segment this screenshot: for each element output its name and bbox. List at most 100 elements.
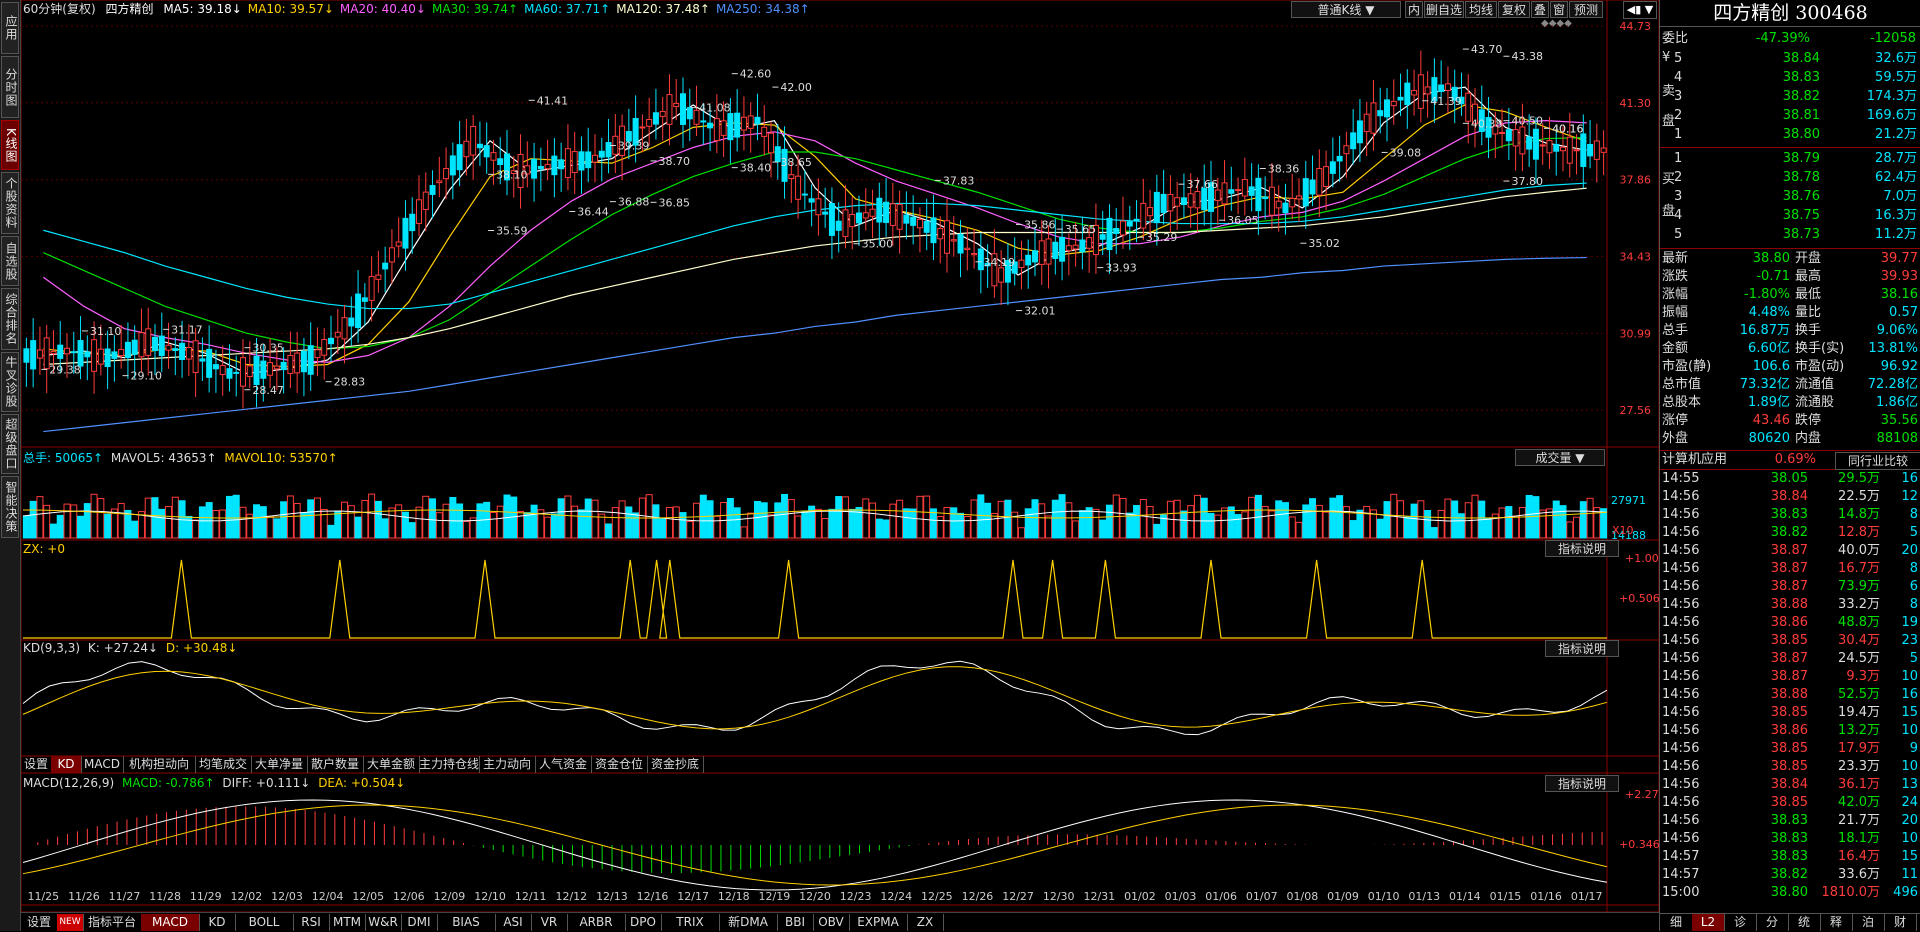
- bottom-tab-16[interactable]: 新DMA: [719, 914, 778, 931]
- indicator-tab-8[interactable]: 主力持仓线: [419, 756, 480, 773]
- indicator-tab-12[interactable]: 资金抄底: [647, 756, 704, 773]
- bottom-tab-4[interactable]: KD: [199, 914, 236, 931]
- buy-volume: 11.2万: [1875, 227, 1917, 242]
- bottom-tab-6[interactable]: RSI: [293, 914, 330, 931]
- panel-tab-3[interactable]: 分: [1756, 914, 1789, 931]
- bottom-tab-17[interactable]: BBI: [777, 914, 814, 931]
- panel-tab-5[interactable]: 释: [1820, 914, 1853, 931]
- tick-row: 14:56 38.85 23.3万 10: [1660, 758, 1920, 776]
- price-annotation: 40.50: [1511, 115, 1543, 128]
- price-annotation: 38.70: [659, 155, 691, 168]
- candle-body: [876, 197, 883, 223]
- bottom-tab-10[interactable]: BIAS: [437, 914, 496, 931]
- candle-body: [416, 199, 422, 224]
- left-tab-4[interactable]: 自选股: [1, 236, 19, 286]
- bottom-tab-7[interactable]: MTM: [329, 914, 366, 931]
- zx-desc-button[interactable]: 指标说明: [1545, 540, 1619, 557]
- tick-count: 5: [1909, 525, 1918, 540]
- bottom-tab-3[interactable]: MACD: [141, 914, 200, 931]
- indicator-tab-1[interactable]: KD: [51, 756, 82, 773]
- panel-tab-1[interactable]: L2: [1692, 914, 1725, 931]
- bottom-tab-18[interactable]: OBV: [813, 914, 850, 931]
- bottom-tab-15[interactable]: TRIX: [661, 914, 720, 931]
- bottom-tab-11[interactable]: ASI: [495, 914, 532, 931]
- panel-tab-6[interactable]: 泊: [1852, 914, 1885, 931]
- price-annotation: 38.36: [1268, 163, 1300, 176]
- price-annotation: 42.60: [740, 68, 772, 81]
- panel-tab-4[interactable]: 统: [1788, 914, 1821, 931]
- bottom-tab-13[interactable]: ARBR: [567, 914, 626, 931]
- left-tab-7[interactable]: 超级盘口: [1, 414, 19, 474]
- candle-body: [1512, 129, 1519, 147]
- candle-body: [131, 339, 138, 355]
- indicator-tab-4[interactable]: 均笔成交: [195, 756, 252, 773]
- left-tab-2[interactable]: K线图: [1, 120, 19, 170]
- volume-select[interactable]: 成交量 ▼: [1515, 449, 1605, 466]
- stat-value: 43.46: [1752, 413, 1790, 428]
- bottom-tab-0[interactable]: 设置: [21, 914, 58, 931]
- tick-row: 14:56 38.83 21.7万 20: [1660, 812, 1920, 830]
- volume-bar: [760, 502, 768, 539]
- indicator-tab-9[interactable]: 主力动向: [479, 756, 536, 773]
- left-tab-8[interactable]: 智能决策: [1, 476, 19, 538]
- price-annotation: 41.08: [699, 102, 731, 115]
- bottom-tab-5[interactable]: BOLL: [235, 914, 294, 931]
- candle-body: [680, 93, 686, 125]
- candle-body: [348, 317, 355, 327]
- left-tab-3[interactable]: 个股资料: [1, 172, 19, 234]
- candle-body: [328, 337, 334, 345]
- volume-bar: [1105, 504, 1113, 539]
- bottom-tab-12[interactable]: VR: [531, 914, 568, 931]
- left-tab-5[interactable]: 综合排名: [1, 288, 19, 350]
- candle-body: [1133, 218, 1140, 221]
- bottom-tab-1[interactable]: NEW: [57, 914, 84, 931]
- indicator-tab-11[interactable]: 资金仓位: [591, 756, 648, 773]
- bottom-tab-19[interactable]: EXPMA: [849, 914, 908, 931]
- volume-bar: [415, 506, 423, 539]
- volume-bar: [943, 506, 951, 539]
- indicator-tab-10[interactable]: 人气资金: [535, 756, 592, 773]
- stat-value: 0.57: [1889, 305, 1918, 320]
- candle-body: [267, 362, 274, 376]
- candle-body: [212, 364, 219, 370]
- volume-bar: [828, 508, 836, 539]
- tick-count: 10: [1901, 669, 1918, 684]
- macd-desc-button[interactable]: 指标说明: [1545, 775, 1619, 792]
- left-tab-1[interactable]: 分时图: [1, 56, 19, 118]
- volume-header: 总手: 50065↑ MAVOL5: 43653↑ MAVOL10: 53570…: [23, 449, 338, 467]
- indicator-tab-0[interactable]: 设置: [21, 756, 52, 773]
- kd-desc-button[interactable]: 指标说明: [1545, 640, 1619, 657]
- panel-tab-2[interactable]: 诊: [1724, 914, 1757, 931]
- sell-level: 1: [1674, 127, 1683, 142]
- zx-line: [23, 559, 1607, 639]
- bottom-tab-20[interactable]: ZX: [907, 914, 944, 931]
- tick-volume: 52.5万: [1838, 687, 1880, 702]
- indicator-tab-3[interactable]: 机构担动向: [123, 756, 196, 773]
- volume-bar: [253, 504, 261, 539]
- indicator-tab-7[interactable]: 大单金额: [363, 756, 420, 773]
- volume-bar: [577, 509, 585, 539]
- indicator-tab-6[interactable]: 散户数量: [307, 756, 364, 773]
- indicator-tab-2[interactable]: MACD: [81, 756, 124, 773]
- left-tab-6[interactable]: 牛叉诊股: [1, 352, 19, 412]
- vol-total-label: 总手: 50065↑: [23, 451, 104, 465]
- candle-body: [740, 116, 747, 131]
- price-annotation: 40.16: [1552, 122, 1584, 135]
- bottom-tab-2[interactable]: 指标平台: [83, 914, 142, 931]
- volume-bar: [313, 497, 321, 539]
- bottom-tab-9[interactable]: DMI: [401, 914, 438, 931]
- candle-body: [815, 198, 822, 216]
- volume-bar: [205, 502, 213, 539]
- tick-row: 14:56 38.87 9.3万 10: [1660, 668, 1920, 686]
- volume-bar: [787, 499, 795, 539]
- bottom-tab-8[interactable]: W&R: [365, 914, 402, 931]
- tick-time: 14:56: [1662, 813, 1700, 828]
- panel-tab-7[interactable]: 财: [1884, 914, 1917, 931]
- bottom-tab-14[interactable]: DPO: [625, 914, 662, 931]
- industry-compare-button[interactable]: 同行业比较: [1835, 452, 1920, 470]
- date-label: 12/23: [840, 890, 872, 903]
- indicator-tab-5[interactable]: 大单净量: [251, 756, 308, 773]
- tick-price: 38.86: [1770, 615, 1808, 630]
- panel-tab-0[interactable]: 细: [1660, 914, 1693, 931]
- left-tab-0[interactable]: 应用: [1, 2, 19, 54]
